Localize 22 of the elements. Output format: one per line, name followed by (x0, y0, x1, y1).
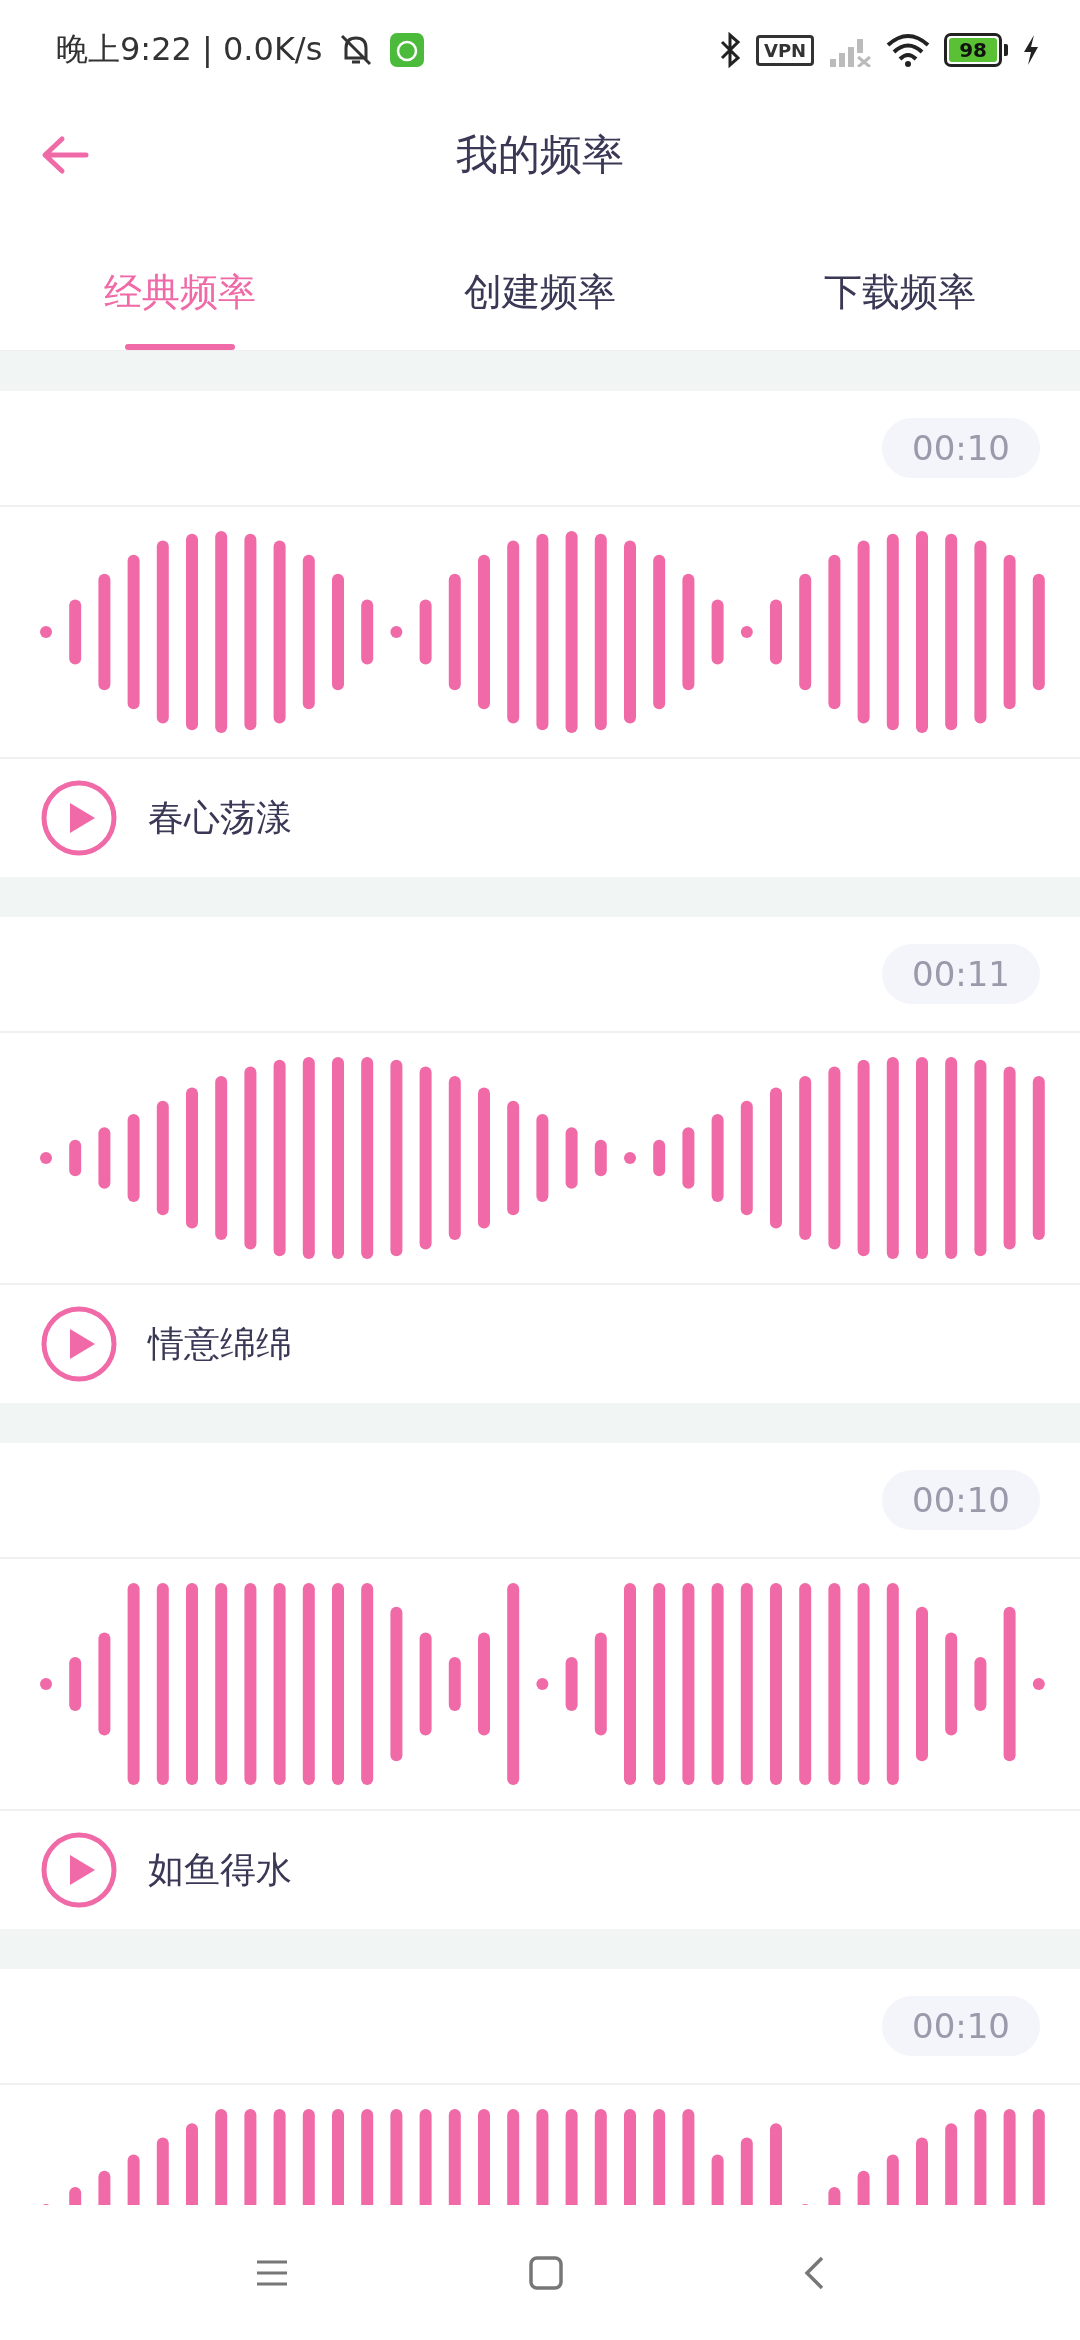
charging-icon (1022, 35, 1040, 65)
track-name: 情意绵绵 (148, 1321, 292, 1366)
track-name: 如鱼得水 (148, 1847, 292, 1892)
play-icon[interactable] (40, 1831, 118, 1909)
app-icon (390, 33, 425, 67)
play-icon[interactable] (40, 1305, 118, 1383)
home-icon[interactable] (529, 2255, 563, 2290)
back-icon[interactable] (803, 2255, 825, 2290)
menu-icon[interactable] (255, 2258, 289, 2287)
duration-label: 00:10 (882, 1996, 1040, 2056)
wifi-icon (886, 33, 931, 67)
vpn-badge: VPN (755, 34, 815, 66)
back-arrow-icon[interactable] (40, 135, 90, 175)
track-name: 春心荡漾 (148, 795, 292, 840)
duration-label: 00:10 (882, 1470, 1040, 1530)
play-icon[interactable] (40, 779, 118, 857)
page-title: 我的频率 (456, 129, 624, 181)
tab[interactable]: 下载频率 (814, 210, 986, 350)
duration-label: 00:11 (882, 944, 1040, 1004)
duration-label: 00:10 (882, 418, 1040, 478)
tab[interactable]: 创建频率 (454, 210, 626, 350)
status-time-speed: 晚上9:22 | 0.0K/s (56, 29, 323, 70)
